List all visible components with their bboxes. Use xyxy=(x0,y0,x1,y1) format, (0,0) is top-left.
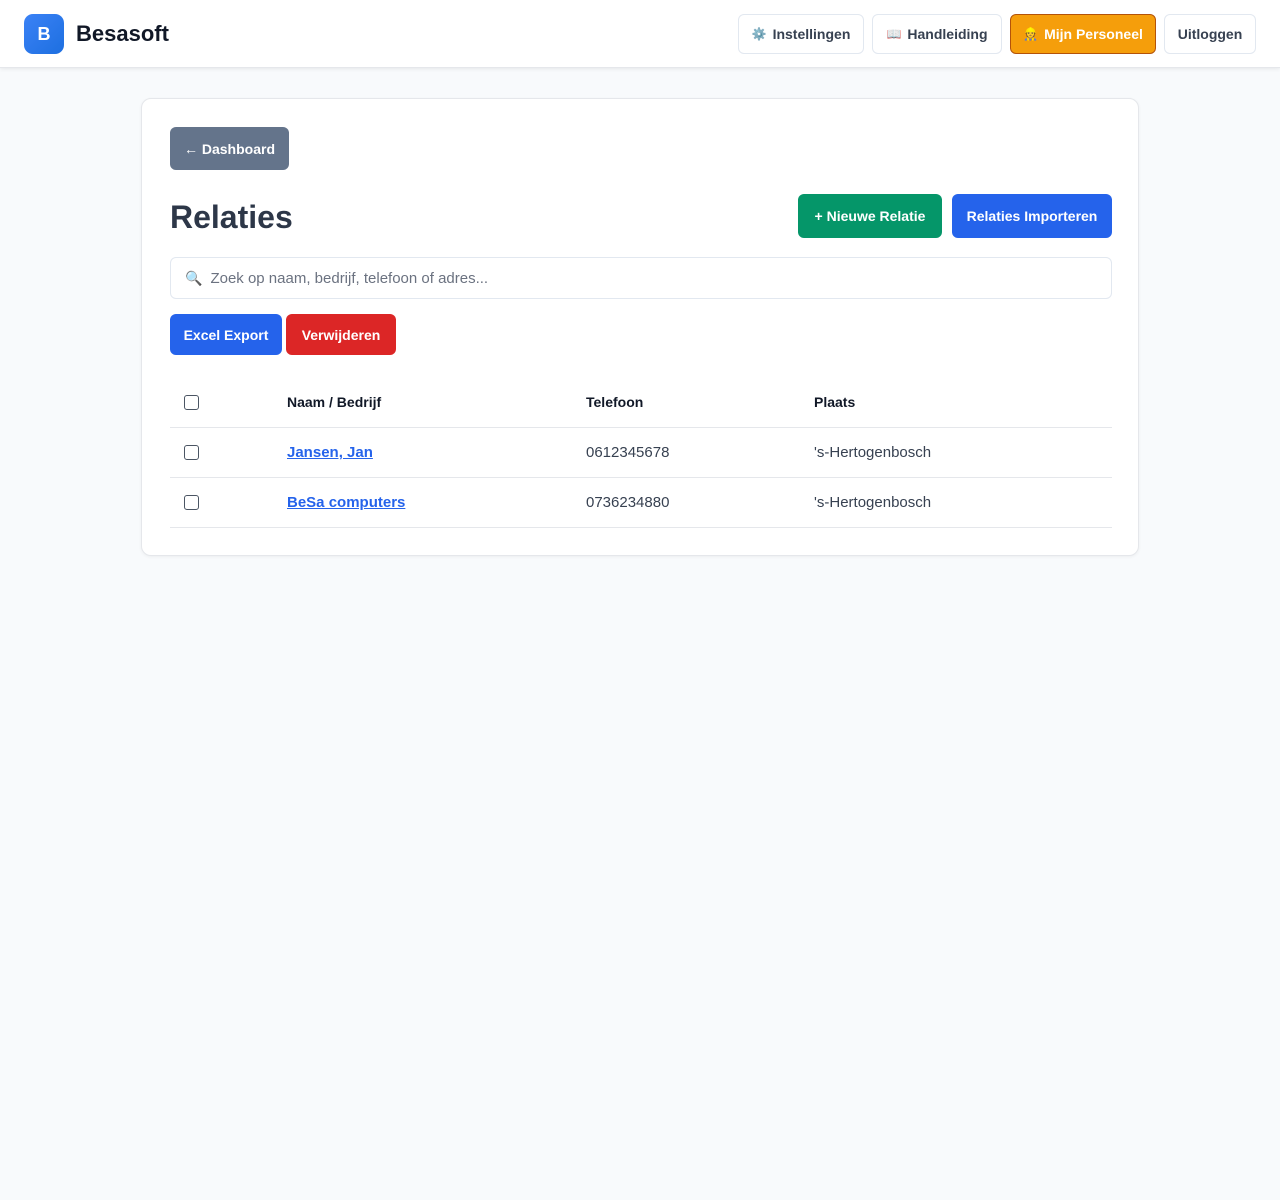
delete-button[interactable]: Verwijderen xyxy=(286,314,396,355)
relation-link[interactable]: Jansen, Jan xyxy=(287,444,373,461)
manual-button[interactable]: 📖 Handleiding xyxy=(872,14,1002,54)
manual-label: Handleiding xyxy=(907,26,988,42)
row-checkbox[interactable] xyxy=(184,445,199,460)
city-cell: 's-Hertogenbosch xyxy=(814,494,932,511)
relations-card: ← Dashboard Relaties + Nieuwe Relatie Re… xyxy=(141,98,1139,556)
gear-icon: ⚙️ xyxy=(751,27,767,41)
table-header-row: Naam / Bedrijf Telefoon Plaats xyxy=(170,377,1112,428)
search-box: 🔍 xyxy=(170,257,1112,299)
relations-table: Naam / Bedrijf Telefoon Plaats Jansen, J… xyxy=(170,377,1112,528)
relation-link[interactable]: BeSa computers xyxy=(287,494,405,511)
name-cell: Jansen, Jan xyxy=(287,428,373,477)
settings-button[interactable]: ⚙️ Instellingen xyxy=(738,14,864,54)
row-select-cell xyxy=(184,478,199,527)
column-header-name[interactable]: Naam / Bedrijf xyxy=(287,377,381,427)
select-all-cell xyxy=(184,377,199,427)
search-icon: 🔍 xyxy=(185,269,203,286)
worker-icon: 👷 xyxy=(1023,27,1039,41)
row-select-cell xyxy=(184,428,199,477)
top-header: B Besasoft ⚙️ Instellingen 📖 Handleiding… xyxy=(0,0,1280,68)
table-row: BeSa computers 0736234880 's-Hertogenbos… xyxy=(170,478,1112,528)
row-checkbox[interactable] xyxy=(184,495,199,510)
name-cell: BeSa computers xyxy=(287,478,405,527)
phone-cell: 0736234880 xyxy=(586,494,670,511)
page-title: Relaties xyxy=(170,199,293,235)
city-cell: 's-Hertogenbosch xyxy=(814,444,932,461)
back-to-dashboard-button[interactable]: ← Dashboard xyxy=(170,127,289,170)
column-header-city[interactable]: Plaats xyxy=(814,377,855,427)
select-all-checkbox[interactable] xyxy=(184,394,199,410)
import-relations-button[interactable]: Relaties Importeren xyxy=(952,194,1112,238)
search-input[interactable] xyxy=(210,269,1111,287)
logout-label: Uitloggen xyxy=(1177,26,1243,42)
brand-name: Besasoft xyxy=(76,21,169,46)
phone-cell: 0612345678 xyxy=(586,444,670,461)
excel-export-button[interactable]: Excel Export xyxy=(170,314,282,355)
table-row: Jansen, Jan 0612345678 's-Hertogenbosch xyxy=(170,428,1112,478)
my-staff-button[interactable]: 👷 Mijn Personeel xyxy=(1010,14,1156,54)
new-relation-button[interactable]: + Nieuwe Relatie xyxy=(798,194,942,238)
logout-button[interactable]: Uitloggen xyxy=(1164,14,1256,54)
settings-label: Instellingen xyxy=(772,26,851,42)
book-icon: 📖 xyxy=(886,27,902,41)
logo[interactable]: B xyxy=(24,14,64,54)
column-header-phone[interactable]: Telefoon xyxy=(586,377,643,427)
my-staff-label: Mijn Personeel xyxy=(1044,26,1143,42)
